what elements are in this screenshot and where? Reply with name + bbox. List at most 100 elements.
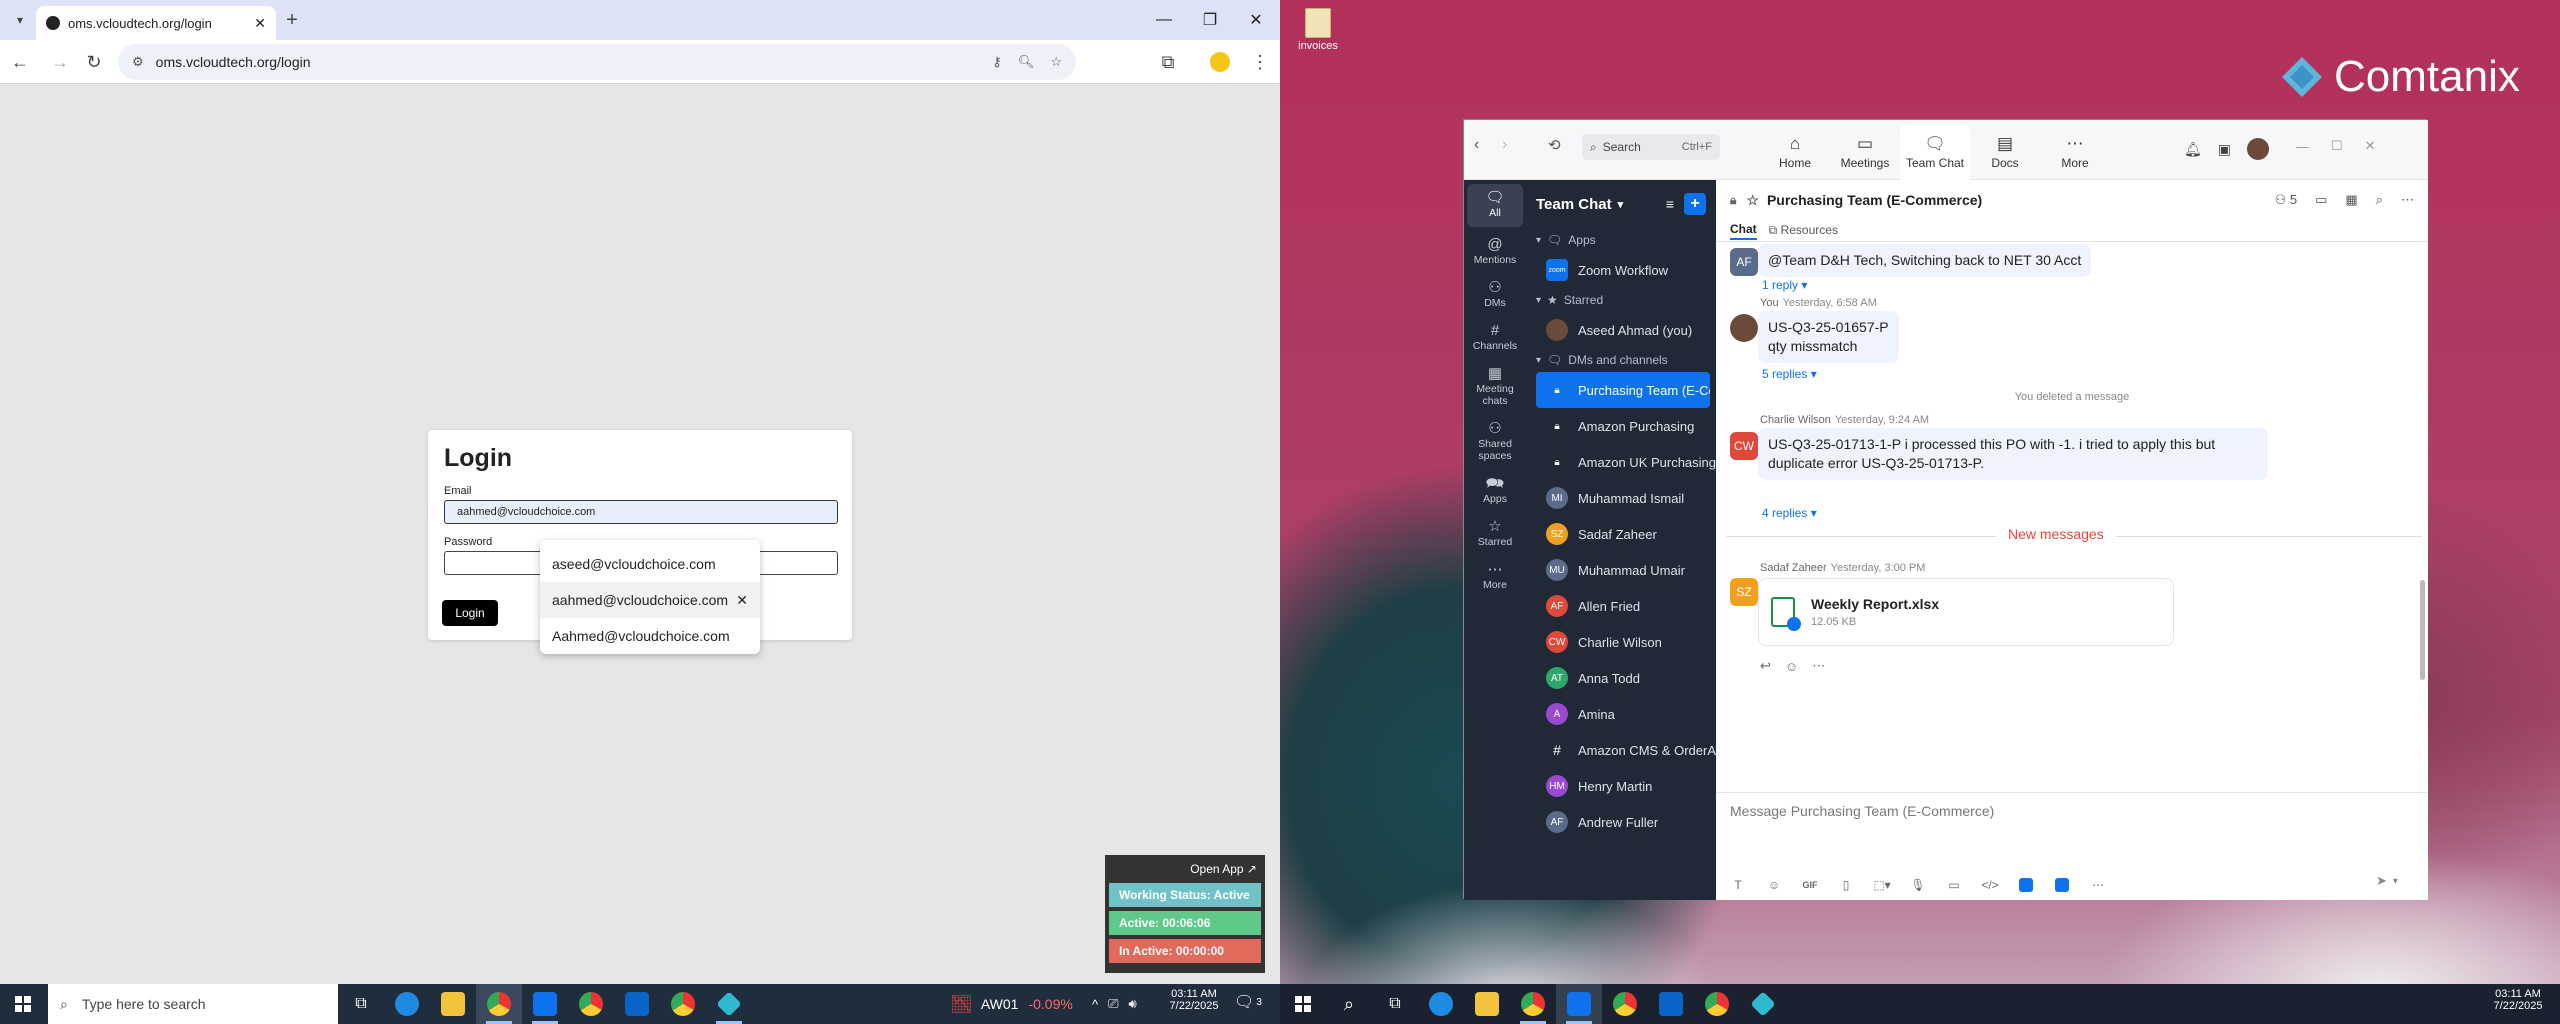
avatar[interactable]: SZ	[1730, 578, 1758, 606]
address-bar[interactable]: ⚙ oms.vcloudtech.org/login ⚷ 🔍︎ ☆	[118, 44, 1076, 80]
replies-link[interactable]: 4 replies ▾	[1762, 506, 1817, 520]
bell-icon[interactable]: 🔔︎	[2184, 141, 2202, 158]
list-item[interactable]: HM Henry Martin	[1526, 768, 1716, 804]
file-attachment[interactable]: Weekly Report.xlsx 12.05 KB	[1758, 578, 2174, 646]
rail-mentions[interactable]: @ Mentions	[1464, 231, 1526, 274]
autofill-option[interactable]: aseed@vcloudchoice.com	[540, 546, 760, 582]
rail-dms[interactable]: ⚇ DMs	[1464, 274, 1526, 317]
zoom-icon[interactable]: 🔍︎	[1018, 54, 1035, 70]
zoom-app-icon[interactable]	[1556, 984, 1602, 1024]
list-item[interactable]: AF Andrew Fuller	[1526, 804, 1716, 840]
reply-icon[interactable]: ↩	[1760, 658, 1771, 674]
list-item[interactable]: MI Muhammad Ismail	[1526, 480, 1716, 516]
browser-tab[interactable]: oms.vcloudtech.org/login ✕	[36, 6, 276, 40]
app-icon[interactable]	[1740, 984, 1786, 1024]
avatar[interactable]: CW	[1730, 432, 1758, 460]
avatar[interactable]	[1730, 314, 1758, 342]
list-item[interactable]: AF Allen Fried	[1526, 588, 1716, 624]
video-clip-icon[interactable]: ▭	[1942, 873, 1966, 897]
open-app-link[interactable]: Open App ↗	[1109, 859, 1261, 879]
forward-icon[interactable]: ›	[1502, 136, 1507, 154]
microphone-icon[interactable]: 🎙︎	[1906, 873, 1930, 897]
list-item[interactable]: # Amazon CMS & OrderA...	[1526, 732, 1716, 768]
outlook-icon[interactable]	[614, 984, 660, 1024]
rail-channels[interactable]: # Channels	[1464, 317, 1526, 360]
rail-shared-spaces[interactable]: ⚇ Shared spaces	[1464, 415, 1526, 470]
chrome-icon-3[interactable]	[1694, 984, 1740, 1024]
emoji-reaction-icon[interactable]: ☺	[1785, 659, 1798, 674]
taskbar-search[interactable]: ⌕ Type here to search	[48, 984, 338, 1024]
search-icon[interactable]: ⌕	[1326, 984, 1372, 1024]
chrome-icon-2[interactable]	[568, 984, 614, 1024]
list-item[interactable]: 🔒︎ Amazon Purchasing	[1526, 408, 1716, 444]
new-tab-icon[interactable]: +	[276, 4, 308, 36]
rail-all[interactable]: 🗨︎ All	[1467, 184, 1523, 227]
history-icon[interactable]: ⟲	[1548, 136, 1561, 154]
list-item[interactable]: Aseed Ahmad (you)	[1526, 312, 1716, 348]
chrome-icon-2[interactable]	[1602, 984, 1648, 1024]
replies-link[interactable]: 5 replies ▾	[1762, 367, 1817, 381]
nav-more[interactable]: ⋯ More	[2040, 124, 2110, 180]
more-icon[interactable]: ⋯	[2401, 192, 2414, 208]
more-icon[interactable]: ⋯	[2086, 873, 2110, 897]
section-apps[interactable]: ▾ 🗨︎ Apps	[1526, 228, 1716, 252]
desktop-folder[interactable]: invoices	[1290, 8, 1346, 52]
file-explorer-icon[interactable]	[430, 984, 476, 1024]
more-icon[interactable]: ⋯	[1812, 658, 1825, 674]
rail-starred[interactable]: ☆ Starred	[1464, 513, 1526, 556]
emoji-icon[interactable]: ☺	[1762, 873, 1786, 897]
edge-icon[interactable]	[384, 984, 430, 1024]
team-chat-title[interactable]: Team Chat	[1536, 196, 1612, 213]
section-dms-channels[interactable]: ▾ 🗨︎ DMs and channels	[1526, 348, 1716, 372]
bookmark-star-icon[interactable]: ☆	[1050, 54, 1062, 70]
composer-input[interactable]: Message Purchasing Team (E-Commerce)	[1730, 803, 1994, 819]
screenshot-icon[interactable]: ⬚▾	[1870, 873, 1894, 897]
list-item[interactable]: A Amina	[1526, 696, 1716, 732]
minimize-icon[interactable]: —	[2296, 139, 2309, 154]
zoom-app-icon[interactable]	[522, 984, 568, 1024]
reload-icon[interactable]: ↻	[78, 46, 110, 78]
tab-chat[interactable]: Chat	[1730, 222, 1757, 240]
autofill-option[interactable]: Aahmed@vcloudchoice.com	[540, 618, 760, 654]
task-view-icon[interactable]: ⧉	[1372, 984, 1418, 1024]
volume-icon[interactable]: 🔊︎	[1129, 996, 1137, 1012]
notification-icon[interactable]: 🗨︎ 3	[1234, 992, 1262, 1012]
clock[interactable]: 03:11 AM 7/22/2025	[1164, 988, 1224, 1012]
whiteboard-icon[interactable]: ▣	[2218, 141, 2231, 158]
list-item[interactable]: CW Charlie Wilson	[1526, 624, 1716, 660]
video-icon[interactable]: ▭	[2315, 192, 2327, 208]
remove-suggestion-icon[interactable]: ✕	[736, 592, 748, 609]
rail-apps[interactable]: 🗪︎ Apps	[1464, 470, 1526, 513]
nav-home[interactable]: ⌂ Home	[1760, 124, 1830, 180]
list-item[interactable]: MU Muhammad Umair	[1526, 552, 1716, 588]
email-field[interactable]: aahmed@vcloudchoice.com	[444, 500, 838, 524]
chrome-icon[interactable]	[1510, 984, 1556, 1024]
compose-plus-button[interactable]: +	[1684, 193, 1706, 215]
channel-title[interactable]: Purchasing Team (E-Commerce)	[1767, 192, 1982, 208]
close-window-icon[interactable]: ✕	[1228, 0, 1280, 40]
calendar-icon[interactable]: ▦	[2345, 192, 2357, 208]
clock[interactable]: 03:11 AM 7/22/2025	[2486, 988, 2550, 1012]
chevron-down-icon[interactable]: ▾	[1618, 198, 1624, 211]
avatar[interactable]: AF	[1730, 248, 1758, 276]
text-format-icon[interactable]: T	[1726, 873, 1750, 897]
zoom-search[interactable]: ⌕ Search Ctrl+F	[1582, 134, 1720, 160]
chat-scrollbar[interactable]	[2420, 580, 2425, 680]
tray-chevron-icon[interactable]: ^	[1092, 997, 1098, 1012]
extensions-icon[interactable]: ⧉	[1152, 46, 1184, 78]
send-button[interactable]: ➤ ▾	[2376, 873, 2398, 889]
nav-meetings[interactable]: ▭ Meetings	[1830, 124, 1900, 180]
list-item[interactable]: 🔒︎ Amazon UK Purchasing	[1526, 444, 1716, 480]
list-item[interactable]: zoom Zoom Workflow	[1526, 252, 1716, 288]
search-icon[interactable]: ⌕	[2376, 192, 2383, 208]
rail-meeting-chats[interactable]: ▦ Meeting chats	[1464, 360, 1526, 415]
site-info-icon[interactable]: ⚙	[132, 54, 144, 70]
login-button[interactable]: Login	[442, 600, 498, 626]
windows-start-icon[interactable]	[0, 984, 46, 1024]
code-icon[interactable]: </>	[1978, 873, 2002, 897]
app-icon[interactable]	[706, 984, 752, 1024]
list-item[interactable]: 🔒︎Purchasing Team (E-Co...	[1536, 372, 1710, 408]
profile-avatar[interactable]	[1204, 46, 1236, 78]
members-icon[interactable]: ⚇ 5	[2275, 192, 2298, 208]
tab-close-icon[interactable]: ✕	[254, 15, 266, 32]
